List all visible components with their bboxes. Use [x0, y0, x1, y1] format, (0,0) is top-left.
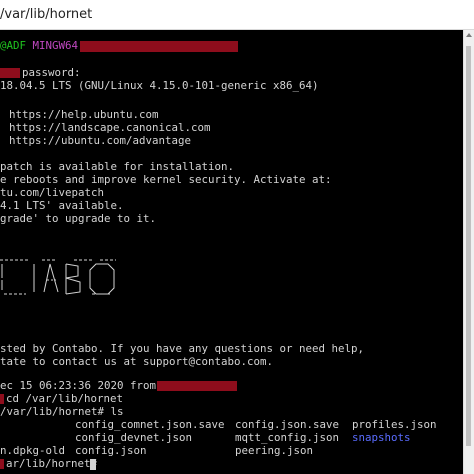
- terminal-output[interactable]: @ADF MINGW64 password: 18.04.5 LTS (GNU/…: [0, 30, 463, 474]
- prompt-user: @ADF: [0, 39, 27, 52]
- redacted-block: [80, 41, 238, 52]
- ls-file: mqtt_config.json: [235, 431, 340, 444]
- ls-command-line: /var/lib/hornet# ls: [0, 405, 124, 418]
- ls-directory: snapshots: [352, 431, 411, 444]
- ls-file: n.dpkg-old: [0, 444, 66, 457]
- redacted-block: [157, 381, 237, 391]
- window-title: /var/lib/hornet: [0, 7, 93, 22]
- scroll-up-icon[interactable]: [466, 33, 472, 37]
- last-login-line: ec 15 06:23:36 2020 from: [0, 379, 157, 392]
- vertical-scrollbar[interactable]: [463, 30, 474, 474]
- livepatch-line: e reboots and improve kernel security. A…: [0, 173, 332, 186]
- release-line: 4.1 LTS' available.: [0, 199, 124, 212]
- scrollbar-thumb[interactable]: [466, 46, 471, 446]
- hosted-line: sted by Contabo. If you have any questio…: [0, 342, 365, 355]
- ls-file: config_comnet.json.save: [75, 418, 225, 431]
- link-advantage: https://ubuntu.com/advantage: [9, 134, 192, 147]
- redacted-block: [0, 394, 4, 404]
- ls-file: config_devnet.json: [75, 431, 193, 444]
- redacted-block: [0, 68, 20, 78]
- ls-file: config.json.save: [235, 418, 340, 431]
- welcome-line: 18.04.5 LTS (GNU/Linux 4.15.0-101-generi…: [0, 79, 319, 92]
- final-prompt: ar/lib/hornet#: [6, 457, 98, 470]
- support-line: tate to contact us at support@contabo.co…: [0, 355, 274, 368]
- password-prompt: password:: [22, 66, 81, 79]
- contabo-ascii-logo: [0, 259, 116, 295]
- ls-file: peering.json: [235, 444, 314, 457]
- link-landscape: https://landscape.canonical.com: [9, 121, 211, 134]
- prompt-line: @ADF MINGW64: [0, 40, 78, 52]
- prompt-env: MINGW64: [32, 39, 79, 52]
- ls-file: config.json: [75, 444, 147, 457]
- upgrade-line: grade' to upgrade to it.: [0, 212, 157, 225]
- ls-file: profiles.json: [352, 418, 437, 431]
- text-cursor: [90, 459, 96, 470]
- window-titlebar: /var/lib/hornet: [0, 0, 474, 30]
- link-help: https://help.ubuntu.com: [9, 108, 159, 121]
- redacted-block: [0, 459, 4, 469]
- cd-command-line: cd /var/lib/hornet: [6, 392, 124, 405]
- livepatch-line: patch is available for installation.: [0, 160, 235, 173]
- livepatch-line: tu.com/livepatch: [0, 186, 105, 199]
